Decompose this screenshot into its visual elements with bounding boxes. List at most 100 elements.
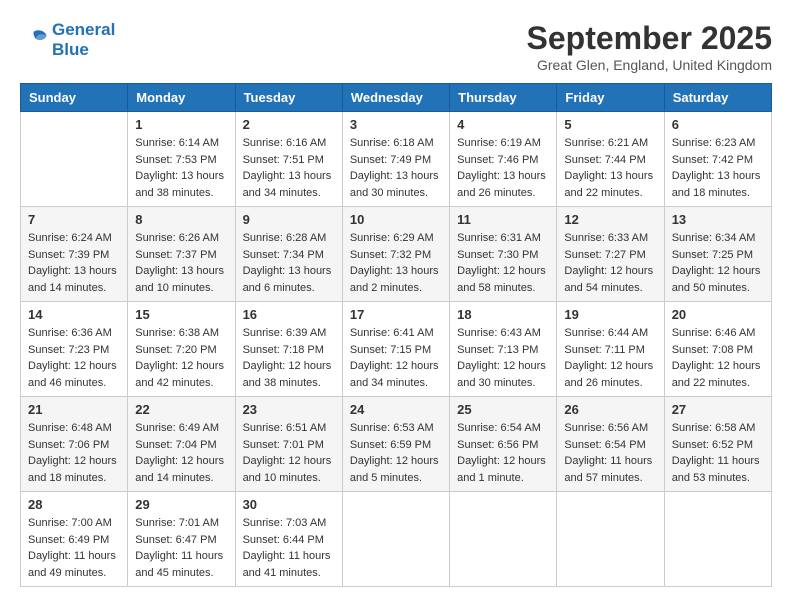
- day-info: Sunrise: 6:43 AMSunset: 7:13 PMDaylight:…: [457, 325, 549, 391]
- day-cell: [21, 112, 128, 207]
- day-info: Sunrise: 6:24 AMSunset: 7:39 PMDaylight:…: [28, 230, 120, 296]
- logo: General Blue: [20, 20, 115, 61]
- day-number: 26: [564, 402, 656, 417]
- week-row-3: 14 Sunrise: 6:36 AMSunset: 7:23 PMDayligh…: [21, 302, 772, 397]
- day-cell: 8 Sunrise: 6:26 AMSunset: 7:37 PMDaylight…: [128, 207, 235, 302]
- day-info: Sunrise: 6:48 AMSunset: 7:06 PMDaylight:…: [28, 420, 120, 486]
- day-number: 16: [243, 307, 335, 322]
- day-number: 11: [457, 212, 549, 227]
- day-number: 2: [243, 117, 335, 132]
- day-number: 20: [672, 307, 764, 322]
- day-number: 17: [350, 307, 442, 322]
- day-number: 19: [564, 307, 656, 322]
- day-number: 10: [350, 212, 442, 227]
- location: Great Glen, England, United Kingdom: [527, 57, 772, 73]
- day-cell: 9Sunrise: 6:28 AMSunset: 7:34 PMDaylight…: [235, 207, 342, 302]
- day-number: 12: [564, 212, 656, 227]
- day-cell: 19Sunrise: 6:44 AMSunset: 7:11 PMDayligh…: [557, 302, 664, 397]
- day-cell: 7 Sunrise: 6:24 AMSunset: 7:39 PMDaylight…: [21, 207, 128, 302]
- day-cell: 28 Sunrise: 7:00 AMSunset: 6:49 PMDayligh…: [21, 492, 128, 587]
- day-cell: 10 Sunrise: 6:29 AMSunset: 7:32 PMDayligh…: [342, 207, 449, 302]
- day-cell: 18Sunrise: 6:43 AMSunset: 7:13 PMDayligh…: [450, 302, 557, 397]
- weekday-header-row: SundayMondayTuesdayWednesdayThursdayFrid…: [21, 84, 772, 112]
- day-cell: 27Sunrise: 6:58 AMSunset: 6:52 PMDayligh…: [664, 397, 771, 492]
- day-number: 9: [243, 212, 335, 227]
- day-cell: 15 Sunrise: 6:38 AMSunset: 7:20 PMDayligh…: [128, 302, 235, 397]
- day-cell: 17 Sunrise: 6:41 AMSunset: 7:15 PMDayligh…: [342, 302, 449, 397]
- weekday-header-sunday: Sunday: [21, 84, 128, 112]
- day-number: 30: [243, 497, 335, 512]
- day-info: Sunrise: 6:14 AMSunset: 7:53 PMDaylight:…: [135, 135, 227, 201]
- day-info: Sunrise: 6:46 AMSunset: 7:08 PMDaylight:…: [672, 325, 764, 391]
- day-info: Sunrise: 6:53 AMSunset: 6:59 PMDaylight:…: [350, 420, 442, 486]
- day-number: 29: [135, 497, 227, 512]
- day-number: 15: [135, 307, 227, 322]
- week-row-5: 28 Sunrise: 7:00 AMSunset: 6:49 PMDayligh…: [21, 492, 772, 587]
- day-cell: 23 Sunrise: 6:51 AMSunset: 7:01 PMDayligh…: [235, 397, 342, 492]
- day-info: Sunrise: 7:00 AMSunset: 6:49 PMDaylight:…: [28, 515, 120, 581]
- day-cell: 13Sunrise: 6:34 AMSunset: 7:25 PMDayligh…: [664, 207, 771, 302]
- day-cell: 14 Sunrise: 6:36 AMSunset: 7:23 PMDayligh…: [21, 302, 128, 397]
- day-cell: 4 Sunrise: 6:19 AMSunset: 7:46 PMDaylight…: [450, 112, 557, 207]
- day-info: Sunrise: 6:21 AMSunset: 7:44 PMDaylight:…: [564, 135, 656, 201]
- weekday-header-saturday: Saturday: [664, 84, 771, 112]
- day-cell: 21 Sunrise: 6:48 AMSunset: 7:06 PMDayligh…: [21, 397, 128, 492]
- day-cell: 3 Sunrise: 6:18 AMSunset: 7:49 PMDaylight…: [342, 112, 449, 207]
- calendar: SundayMondayTuesdayWednesdayThursdayFrid…: [20, 83, 772, 587]
- day-number: 21: [28, 402, 120, 417]
- logo-text: General Blue: [52, 20, 115, 61]
- day-cell: [557, 492, 664, 587]
- day-cell: [450, 492, 557, 587]
- day-number: 1: [135, 117, 227, 132]
- day-info: Sunrise: 6:38 AMSunset: 7:20 PMDaylight:…: [135, 325, 227, 391]
- day-number: 13: [672, 212, 764, 227]
- title-block: September 2025 Great Glen, England, Unit…: [527, 20, 772, 73]
- day-number: 4: [457, 117, 549, 132]
- day-cell: 11Sunrise: 6:31 AMSunset: 7:30 PMDayligh…: [450, 207, 557, 302]
- generalblue-logo-icon: [20, 26, 48, 54]
- day-info: Sunrise: 6:18 AMSunset: 7:49 PMDaylight:…: [350, 135, 442, 201]
- day-info: Sunrise: 6:51 AMSunset: 7:01 PMDaylight:…: [243, 420, 335, 486]
- day-info: Sunrise: 6:26 AMSunset: 7:37 PMDaylight:…: [135, 230, 227, 296]
- day-number: 25: [457, 402, 549, 417]
- day-info: Sunrise: 6:39 AMSunset: 7:18 PMDaylight:…: [243, 325, 335, 391]
- day-info: Sunrise: 6:33 AMSunset: 7:27 PMDaylight:…: [564, 230, 656, 296]
- day-cell: 30Sunrise: 7:03 AMSunset: 6:44 PMDayligh…: [235, 492, 342, 587]
- day-number: 6: [672, 117, 764, 132]
- day-number: 22: [135, 402, 227, 417]
- day-info: Sunrise: 6:41 AMSunset: 7:15 PMDaylight:…: [350, 325, 442, 391]
- week-row-4: 21 Sunrise: 6:48 AMSunset: 7:06 PMDayligh…: [21, 397, 772, 492]
- weekday-header-monday: Monday: [128, 84, 235, 112]
- day-cell: [664, 492, 771, 587]
- month-title: September 2025: [527, 20, 772, 57]
- day-cell: 29 Sunrise: 7:01 AMSunset: 6:47 PMDayligh…: [128, 492, 235, 587]
- day-number: 23: [243, 402, 335, 417]
- day-cell: 16 Sunrise: 6:39 AMSunset: 7:18 PMDayligh…: [235, 302, 342, 397]
- day-number: 7: [28, 212, 120, 227]
- day-cell: [342, 492, 449, 587]
- day-cell: 25Sunrise: 6:54 AMSunset: 6:56 PMDayligh…: [450, 397, 557, 492]
- day-info: Sunrise: 6:36 AMSunset: 7:23 PMDaylight:…: [28, 325, 120, 391]
- day-info: Sunrise: 6:16 AMSunset: 7:51 PMDaylight:…: [243, 135, 335, 201]
- day-cell: 12 Sunrise: 6:33 AMSunset: 7:27 PMDayligh…: [557, 207, 664, 302]
- day-info: Sunrise: 6:23 AMSunset: 7:42 PMDaylight:…: [672, 135, 764, 201]
- day-cell: 2 Sunrise: 6:16 AMSunset: 7:51 PMDaylight…: [235, 112, 342, 207]
- day-info: Sunrise: 6:19 AMSunset: 7:46 PMDaylight:…: [457, 135, 549, 201]
- weekday-header-tuesday: Tuesday: [235, 84, 342, 112]
- day-cell: 22 Sunrise: 6:49 AMSunset: 7:04 PMDayligh…: [128, 397, 235, 492]
- week-row-2: 7 Sunrise: 6:24 AMSunset: 7:39 PMDaylight…: [21, 207, 772, 302]
- day-number: 8: [135, 212, 227, 227]
- day-number: 24: [350, 402, 442, 417]
- day-cell: 20 Sunrise: 6:46 AMSunset: 7:08 PMDayligh…: [664, 302, 771, 397]
- day-cell: 24 Sunrise: 6:53 AMSunset: 6:59 PMDayligh…: [342, 397, 449, 492]
- day-number: 28: [28, 497, 120, 512]
- day-cell: 1 Sunrise: 6:14 AMSunset: 7:53 PMDaylight…: [128, 112, 235, 207]
- day-info: Sunrise: 6:56 AMSunset: 6:54 PMDaylight:…: [564, 420, 656, 486]
- day-number: 14: [28, 307, 120, 322]
- day-info: Sunrise: 7:01 AMSunset: 6:47 PMDaylight:…: [135, 515, 227, 581]
- day-number: 3: [350, 117, 442, 132]
- weekday-header-thursday: Thursday: [450, 84, 557, 112]
- day-info: Sunrise: 6:49 AMSunset: 7:04 PMDaylight:…: [135, 420, 227, 486]
- day-cell: 5Sunrise: 6:21 AMSunset: 7:44 PMDaylight…: [557, 112, 664, 207]
- day-info: Sunrise: 6:29 AMSunset: 7:32 PMDaylight:…: [350, 230, 442, 296]
